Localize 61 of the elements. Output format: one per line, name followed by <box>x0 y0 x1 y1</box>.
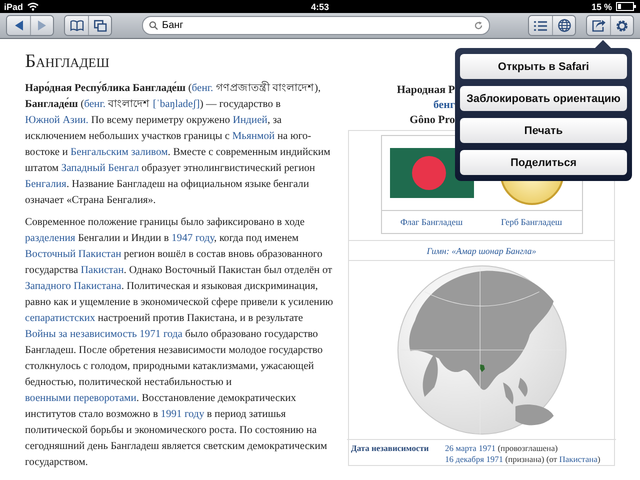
article-link[interactable]: Западного Пакистана <box>25 281 122 292</box>
menu-button[interactable]: Печать <box>460 118 627 143</box>
back-button[interactable] <box>7 16 30 35</box>
article-link[interactable]: бенг. <box>84 99 106 110</box>
anthem-link[interactable]: Гимн: «Амар шонар Бангла» <box>349 240 614 261</box>
emblem-caption-link[interactable]: Флаг Бангладеш <box>382 217 482 227</box>
article-link[interactable]: Мьянмой <box>232 131 275 142</box>
article-title: Бангладеш <box>25 51 110 73</box>
article-link[interactable]: Южной Азии. <box>25 115 88 126</box>
list-icon <box>534 20 547 30</box>
article-link[interactable]: Войны за независимость 1971 года <box>25 329 183 340</box>
article-link[interactable]: 26 марта 1971 <box>445 443 496 453</box>
address-field[interactable]: Банг <box>142 16 490 35</box>
article-link[interactable]: [ˈbaŋladeʃ] <box>152 99 200 110</box>
fact-value: 16 декабря 1971 (признана) (от Пакистана) <box>445 454 600 465</box>
article-paragraph: Современное положение границы было зафиксировано в ходе разделения Бенгалии и Индии в 1947 году, когда под именем Восточный Пакистан регион вошёл в состав вновь образованного государства Пакистан. Однако Восточный Пакистан был отделён от Западного Пакистана. Политическая и языковая дискриминация, равно как и ущемление в экономической сфере привели к усилению сепаратистских настроений против Пакистана, и в результате Войны за независимость 1971 года было образовано государство Бангладеш. После обретения независимости молодое государство столкнулось с голодом, природными катаклизмами, ужасающей бедностью, политической нестабильностью и военными переворотами. Восстановление демократических институтов стало возможно в 1991 году в период затишья политической борьбы и экономического роста. По состоянию на сегодняшний день Бангладеш является светским демократическим государством. <box>25 216 334 470</box>
carrier-label: iPad <box>4 2 24 12</box>
article-link[interactable]: Бенгалия <box>25 179 66 190</box>
bookmarks-button[interactable] <box>65 16 88 35</box>
settings-icon <box>615 18 629 32</box>
article-link[interactable]: Западный Бенгал <box>61 163 139 174</box>
wifi-icon <box>27 2 40 11</box>
battery-percent: 15 % <box>591 2 612 12</box>
fact-value: 26 марта 1971 (провозглашена) <box>445 443 558 454</box>
fact-label: Дата независимости <box>351 443 430 454</box>
article-link[interactable]: Пакистана <box>559 454 598 464</box>
article-link[interactable]: 1991 году <box>160 409 204 420</box>
pages-icon <box>94 20 106 32</box>
article-link[interactable]: Восточный Пакистан <box>25 249 122 260</box>
forward-arrow-icon <box>37 20 47 31</box>
article-link[interactable]: Индией <box>232 115 268 126</box>
globe-button[interactable] <box>552 16 575 35</box>
back-arrow-icon <box>14 20 24 31</box>
search-icon <box>149 21 158 30</box>
article-link[interactable]: военными переворотами <box>25 393 136 404</box>
infobox-link[interactable]: бенг <box>348 98 455 113</box>
article-link[interactable]: 1947 году <box>171 233 214 244</box>
list-button[interactable] <box>529 16 552 35</box>
article-link[interactable]: Бенгальским заливом <box>70 147 168 158</box>
article-link[interactable]: сепаратистских <box>25 313 96 324</box>
menu-button[interactable]: Поделиться <box>460 150 627 175</box>
article-link[interactable]: бенг. <box>192 83 214 94</box>
share-button[interactable] <box>587 16 610 35</box>
clock: 4:53 <box>310 2 329 12</box>
settings-button[interactable] <box>610 16 633 35</box>
article-link[interactable]: 16 декабря 1971 <box>445 454 504 464</box>
book-icon <box>70 20 84 31</box>
menu-button[interactable]: Открыть в Safari <box>460 54 627 79</box>
share-icon <box>592 20 606 32</box>
article-paragraph: Наро́дная Респу́блика Бангладе́ш (бенг. গণপ্রজাতন্ত্রী বাংলাদেশ), Бангладе́ш (бенг. বাংলাদেশ [ˈbaŋladeʃ]) — государство в Южной Азии. По всему периметру окружено Индией, за исключением небольших участков границы с Мьянмой на юго-востоке и Бенгальским заливом. Вместе с современным индийским штатом Западный Бенгал образует этнолингвистический регион Бенгалия. Название Бангладеш на официальном языке бенгали означает «Страна Бенгалия». <box>25 81 332 208</box>
infobox-heading: Gôno Pro <box>408 113 455 128</box>
article-link[interactable]: Пакистан <box>80 265 124 276</box>
menu-button[interactable]: Заблокировать ориентацию <box>460 86 627 111</box>
article-link[interactable]: разделения <box>25 233 76 244</box>
battery-icon <box>616 2 636 11</box>
tabs-button[interactable] <box>88 16 111 35</box>
globe-icon <box>558 19 570 32</box>
emblem-caption-link[interactable]: Герб Бангладеш <box>482 217 582 227</box>
reload-icon[interactable] <box>474 21 483 30</box>
infobox-heading: Народная Р <box>396 83 455 98</box>
address-input[interactable]: Банг <box>162 20 470 31</box>
